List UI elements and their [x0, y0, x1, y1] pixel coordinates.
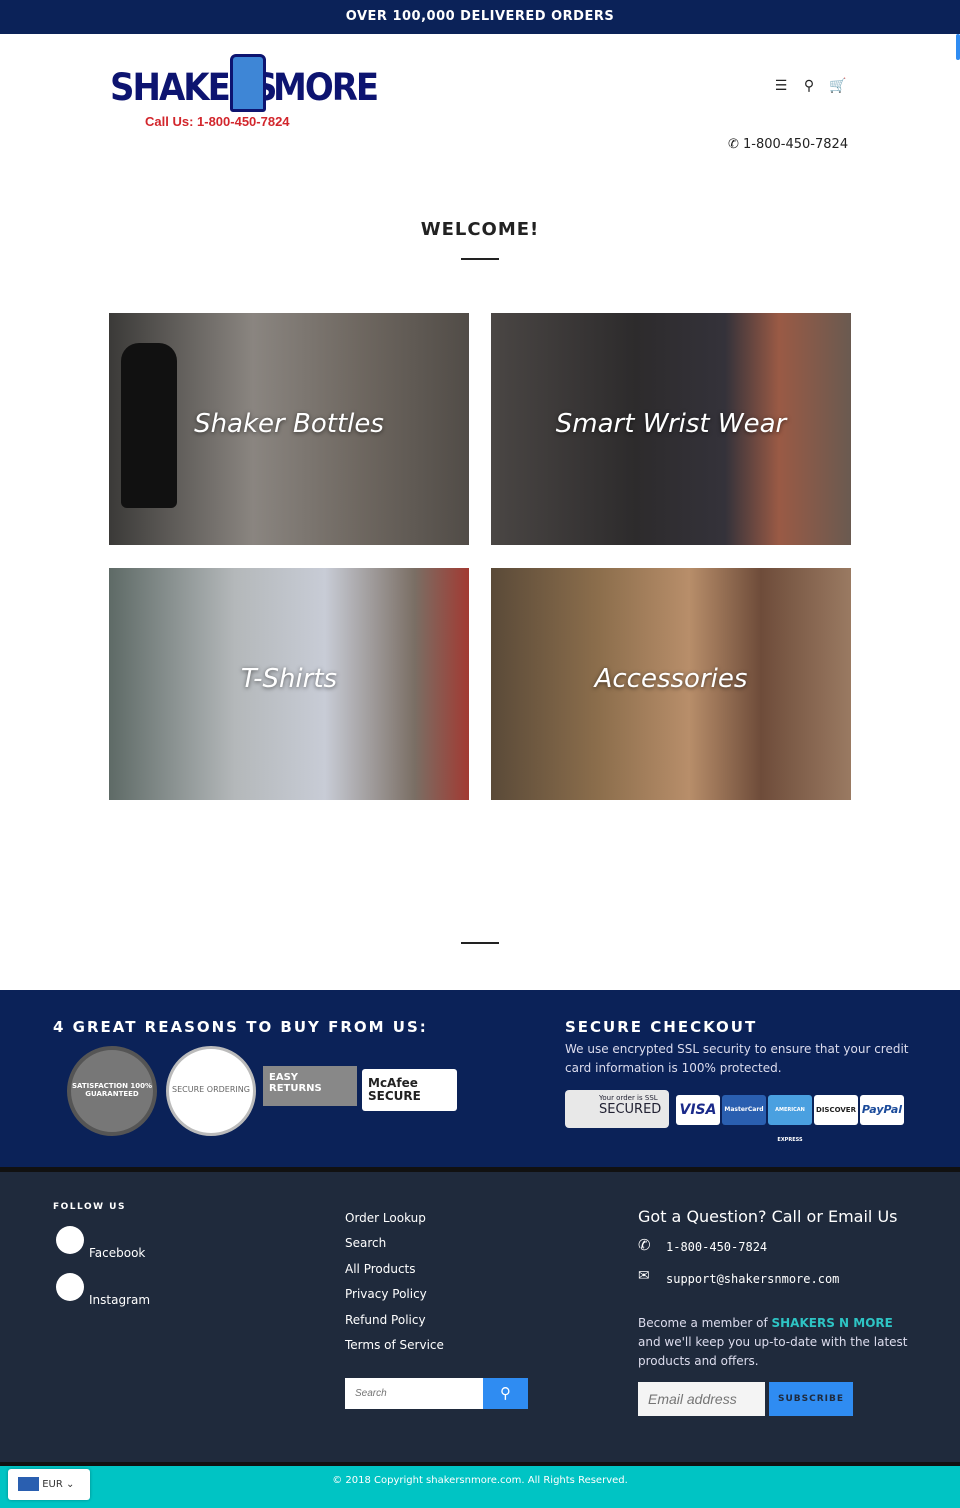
mcafee-badge: McAfee SECURE — [362, 1069, 457, 1111]
easy-returns-badge: EASY RETURNS — [263, 1066, 357, 1106]
cart-icon[interactable]: 🛒 — [829, 78, 846, 94]
contact-title: Got a Question? Call or Email Us — [638, 1207, 898, 1226]
collection-smart-wrist-wear[interactable]: Smart Wrist Wear — [491, 313, 851, 545]
copyright: © 2018 Copyright shakersnmore.com. All R… — [0, 1466, 960, 1508]
footer-phone[interactable]: 1-800-450-7824 — [666, 1240, 767, 1254]
instagram-link[interactable]: Instagram — [89, 1293, 150, 1307]
collection-label: Smart Wrist Wear — [555, 409, 787, 439]
mastercard-card: MasterCard — [722, 1095, 766, 1125]
divider — [461, 942, 499, 944]
logo[interactable]: SHAKERS MORE Call Us: 1-800-450-7824 — [110, 50, 379, 132]
collection-accessories[interactable]: Accessories — [491, 568, 851, 800]
checkout-text: We use encrypted SSL security to ensure … — [565, 1042, 909, 1075]
collection-shaker-bottles[interactable]: Shaker Bottles — [109, 313, 469, 545]
member-pre: Become a member of — [638, 1316, 772, 1330]
instagram-icon[interactable] — [56, 1273, 84, 1301]
amex-card: AMERICAN EXPRESS — [768, 1095, 812, 1143]
footer-email[interactable]: support@shakersnmore.com — [666, 1272, 839, 1286]
member-brand: SHAKERS N MORE — [771, 1316, 893, 1330]
menu-icon[interactable]: ☰ — [773, 78, 789, 94]
footer: FOLLOW US Facebook Instagram Order Looku… — [0, 1172, 960, 1462]
facebook-icon[interactable] — [56, 1226, 84, 1254]
collection-label: Shaker Bottles — [194, 409, 384, 439]
collection-label: Accessories — [594, 664, 748, 694]
secure-ordering-badge: SECURE ORDERING — [166, 1046, 256, 1136]
subscribe-button[interactable]: SUBSCRIBE — [769, 1382, 853, 1416]
discover-card: DISCOVER — [814, 1095, 858, 1125]
page-title: WELCOME! — [420, 219, 540, 240]
currency-label: EUR — [42, 1479, 63, 1490]
divider — [461, 258, 499, 260]
visa-card: VISA — [676, 1095, 720, 1125]
eu-flag-icon — [18, 1477, 39, 1491]
phone-icon: ✆ — [728, 137, 744, 152]
follow-title: FOLLOW US — [53, 1202, 126, 1212]
phone-icon: ✆ — [638, 1236, 651, 1254]
facebook-link[interactable]: Facebook — [89, 1246, 145, 1260]
shaker-logo-icon — [230, 54, 266, 112]
footer-link-search[interactable]: Search — [345, 1236, 386, 1250]
member-post: and we'll keep you up-to-date with the l… — [638, 1335, 908, 1368]
email-input[interactable] — [638, 1382, 765, 1416]
search-icon: ⚲ — [500, 1384, 511, 1402]
collection-label: T-Shirts — [240, 664, 338, 694]
footer-link-order-lookup[interactable]: Order Lookup — [345, 1211, 426, 1225]
side-tab[interactable] — [956, 34, 960, 60]
footer-link-refund-policy[interactable]: Refund Policy — [345, 1313, 426, 1327]
checkout-title: SECURE CHECKOUT — [565, 1018, 758, 1036]
ssl-badge: Your order is SSL SECURED — [565, 1090, 669, 1128]
announcement-bar: OVER 100,000 DELIVERED ORDERS — [0, 0, 960, 34]
footer-link-all-products[interactable]: All Products — [345, 1262, 416, 1276]
ssl-top: Your order is SSL — [599, 1094, 658, 1102]
header-phone[interactable]: ✆ 1-800-450-7824 — [728, 137, 848, 152]
logo-call: Call Us: 1-800-450-7824 — [145, 114, 290, 129]
collection-t-shirts[interactable]: T-Shirts — [109, 568, 469, 800]
chevron-down-icon: ⌄ — [65, 1479, 75, 1490]
logo-text-right: MORE — [273, 66, 379, 110]
paypal-card: PayPal — [860, 1095, 904, 1125]
ssl-bottom: SECURED — [599, 1102, 662, 1117]
header-phone-number: 1-800-450-7824 — [743, 137, 849, 152]
reasons-title: 4 GREAT REASONS TO BUY FROM US: — [53, 1018, 428, 1036]
member-text: Become a member of SHAKERS N MORE and we… — [638, 1314, 908, 1371]
footer-link-terms[interactable]: Terms of Service — [345, 1338, 444, 1352]
email-icon: ✉ — [638, 1268, 650, 1284]
satisfaction-badge: SATISFACTION 100% GUARANTEED — [67, 1046, 157, 1136]
footer-search-input[interactable] — [345, 1378, 483, 1409]
currency-selector[interactable]: EUR ⌄ — [8, 1469, 90, 1500]
footer-link-privacy-policy[interactable]: Privacy Policy — [345, 1287, 427, 1301]
search-icon[interactable]: ⚲ — [801, 78, 817, 94]
trust-section: 4 GREAT REASONS TO BUY FROM US: SATISFAC… — [0, 990, 960, 1168]
footer-search-button[interactable]: ⚲ — [483, 1378, 528, 1409]
